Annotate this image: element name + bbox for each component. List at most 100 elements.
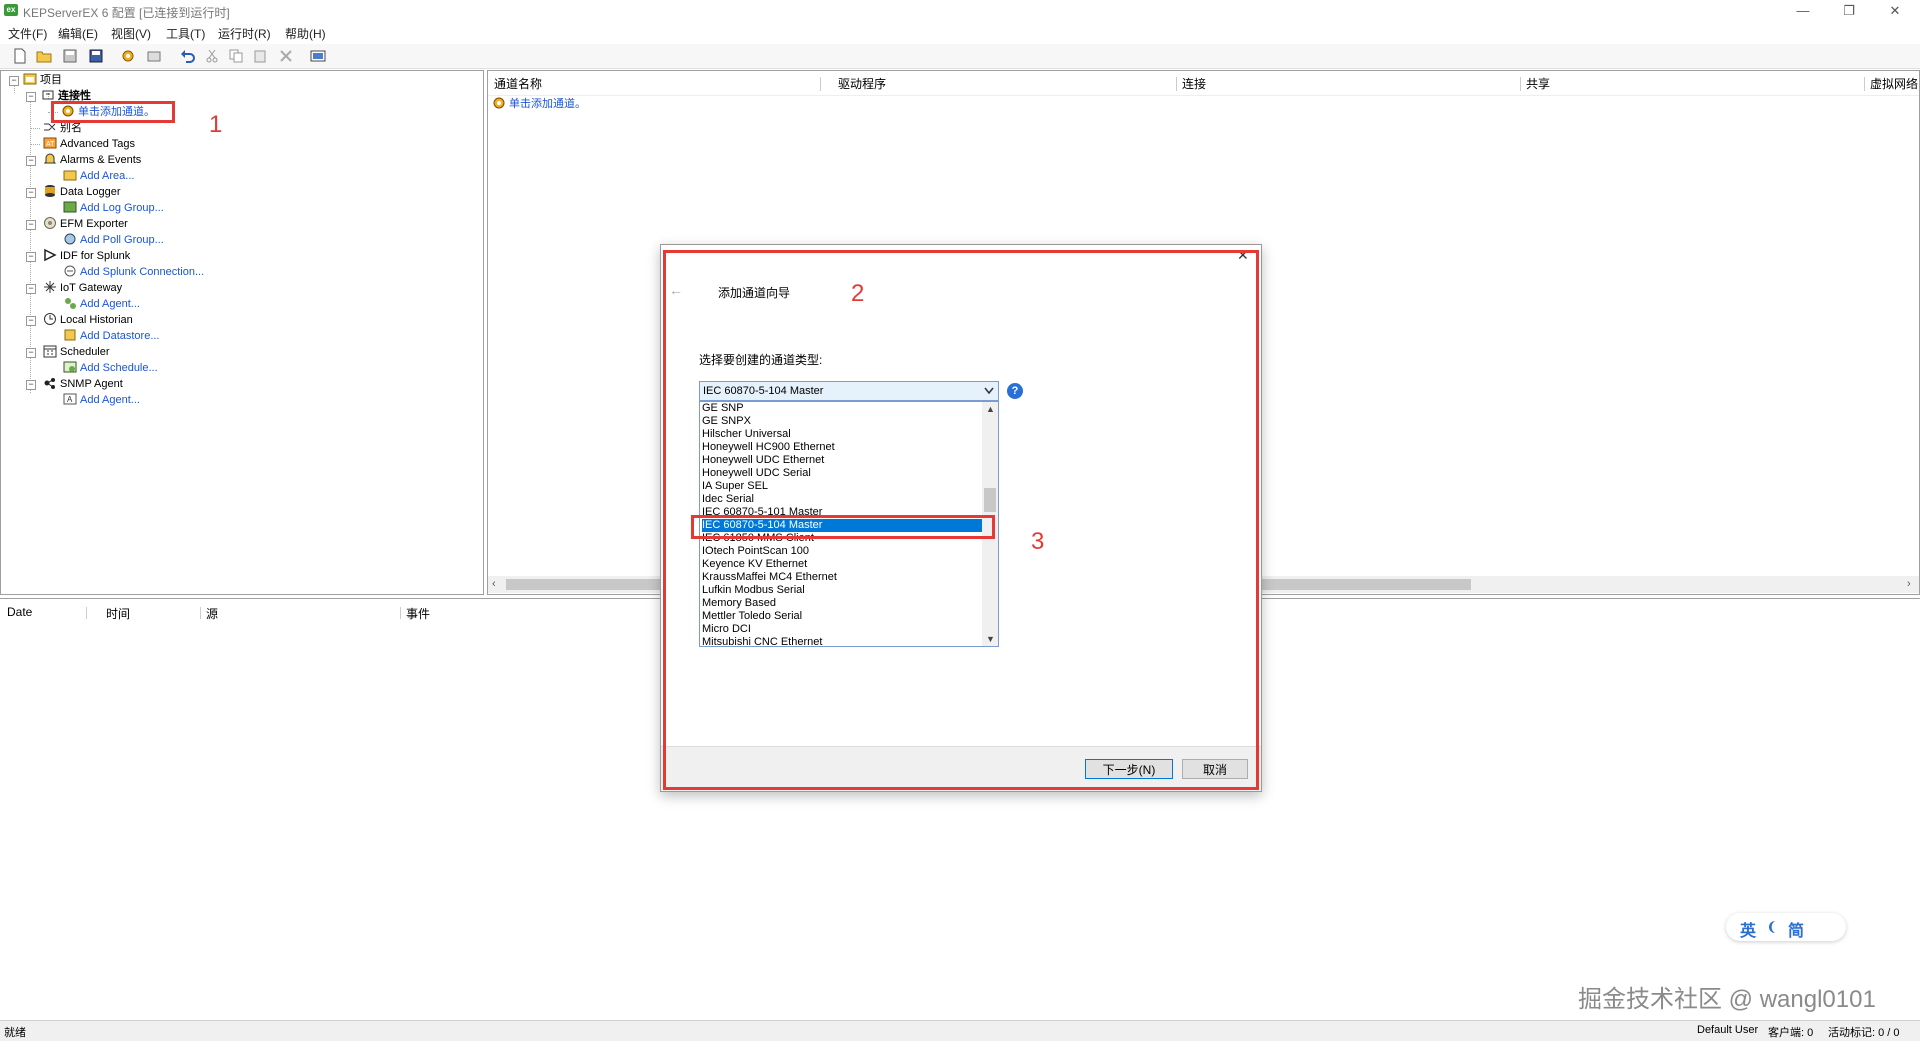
menu-tools[interactable]: 工具(T) <box>166 25 205 42</box>
menu-edit[interactable]: 编辑(E) <box>58 25 98 42</box>
annotation-box-1 <box>51 101 175 123</box>
tree-scheduler-label: Scheduler <box>60 346 110 358</box>
expand-iot-toggle[interactable]: − <box>26 284 36 294</box>
tree-add-agent-iot[interactable]: Add Agent... <box>63 296 140 312</box>
ime-lang: 英 <box>1740 923 1757 940</box>
save-as-icon[interactable] <box>88 48 104 64</box>
tree-iot-gateway-label: IoT Gateway <box>60 282 123 294</box>
add-area-icon <box>63 170 77 181</box>
splunk-connection-icon <box>64 265 76 277</box>
tree-alarms-events-label: Alarms & Events <box>60 154 142 166</box>
new-project-icon[interactable] <box>12 48 28 64</box>
col-driver[interactable]: 驱动程序 <box>838 75 886 93</box>
expand-connectivity-toggle[interactable]: − <box>26 92 36 102</box>
snmp-agent-icon: A <box>63 393 77 405</box>
expand-datalogger-toggle[interactable]: − <box>26 188 36 198</box>
close-window-button[interactable]: ✕ <box>1872 0 1918 22</box>
add-datastore-link[interactable]: Add Datastore... <box>80 330 160 342</box>
new-channel-icon[interactable] <box>120 48 136 64</box>
project-tree-panel: − 项目 − 连接性 单击添加通道。 别名 AT Advanced Tags − … <box>0 70 484 595</box>
tree-add-schedule[interactable]: Add Schedule... <box>63 360 158 376</box>
datastore-icon <box>64 329 76 341</box>
menu-file[interactable]: 文件(F) <box>8 25 47 42</box>
toolbar <box>0 44 1920 69</box>
ime-mode: 简 <box>1788 923 1805 940</box>
col-event[interactable]: 事件 <box>406 605 430 622</box>
tree-add-agent-snmp[interactable]: A Add Agent... <box>63 392 140 408</box>
tree-add-area[interactable]: Add Area... <box>63 168 134 184</box>
expand-scheduler-toggle[interactable]: − <box>26 348 36 358</box>
tree-snmp-agent[interactable]: SNMP Agent <box>43 376 123 392</box>
restore-button[interactable]: ❐ <box>1826 0 1872 22</box>
col-shared[interactable]: 共享 <box>1526 75 1550 93</box>
col-connection[interactable]: 连接 <box>1182 75 1206 93</box>
ime-indicator[interactable]: 英 简 <box>1726 913 1846 941</box>
menu-runtime[interactable]: 运行时(R) <box>218 25 271 42</box>
add-agent-snmp-link[interactable]: Add Agent... <box>80 394 140 406</box>
tree-iot-gateway[interactable]: IoT Gateway <box>43 280 122 296</box>
clock-icon <box>44 313 56 326</box>
add-agent-iot-link[interactable]: Add Agent... <box>80 298 140 310</box>
tree-efm-exporter[interactable]: EFM Exporter <box>43 216 128 232</box>
list-add-channel[interactable]: 单击添加通道。 <box>492 96 586 112</box>
menu-bar: 文件(F) 编辑(E) 视图(V) 工具(T) 运行时(R) 帮助(H) <box>0 22 1920 42</box>
expand-root-toggle[interactable]: − <box>9 76 19 86</box>
add-poll-group-link[interactable]: Add Poll Group... <box>80 234 164 246</box>
cut-icon[interactable] <box>204 48 220 64</box>
tree-efm-exporter-label: EFM Exporter <box>60 218 128 230</box>
col-virtual-network[interactable]: 虚拟网络 <box>1870 75 1918 93</box>
tree-root[interactable]: 项目 <box>23 72 62 88</box>
open-folder-icon[interactable] <box>36 48 52 64</box>
tree-alarms-events[interactable]: Alarms & Events <box>43 152 141 168</box>
agent-icon <box>65 298 76 310</box>
copy-icon[interactable] <box>228 48 244 64</box>
scroll-right-arrow[interactable]: › <box>1907 578 1911 590</box>
undo-icon[interactable] <box>180 48 196 64</box>
menu-view[interactable]: 视图(V) <box>111 25 151 42</box>
paste-icon[interactable] <box>252 48 268 64</box>
status-ready: 就绪 <box>4 1027 26 1039</box>
scroll-left-arrow[interactable]: ‹ <box>492 578 496 590</box>
status-bar: 就绪 Default User 客户端: 0 活动标记: 0 / 0 <box>0 1020 1920 1041</box>
annotation-number-2: 2 <box>851 280 865 307</box>
tree-advanced-tags[interactable]: AT Advanced Tags <box>43 136 135 152</box>
add-schedule-link[interactable]: Add Schedule... <box>80 362 158 374</box>
col-date[interactable]: Date <box>7 605 32 619</box>
gear-icon <box>493 97 505 109</box>
alarm-bell-icon <box>43 153 57 164</box>
quick-client-icon[interactable] <box>310 48 326 64</box>
expand-efm-toggle[interactable]: − <box>26 220 36 230</box>
annotation-number-1: 1 <box>209 111 223 138</box>
list-add-channel-link[interactable]: 单击添加通道。 <box>509 98 586 110</box>
minimize-button[interactable]: — <box>1780 0 1826 22</box>
title-bar: ex KEPServerEX 6 配置 [已连接到运行时] — ❐ ✕ <box>0 0 1920 22</box>
add-log-group-link[interactable]: Add Log Group... <box>80 202 164 214</box>
tree-add-log-group[interactable]: Add Log Group... <box>63 200 164 216</box>
col-source[interactable]: 源 <box>206 605 218 622</box>
svg-text:AT: AT <box>46 141 55 148</box>
tree-add-poll-group[interactable]: Add Poll Group... <box>63 232 164 248</box>
tree-scheduler[interactable]: Scheduler <box>43 344 110 360</box>
expand-splunk-toggle[interactable]: − <box>26 252 36 262</box>
tree-add-splunk-connection[interactable]: Add Splunk Connection... <box>63 264 204 280</box>
expand-historian-toggle[interactable]: − <box>26 316 36 326</box>
delete-icon[interactable] <box>278 48 294 64</box>
tree-data-logger[interactable]: Data Logger <box>43 184 121 200</box>
expand-snmp-toggle[interactable]: − <box>26 380 36 390</box>
tree-idf-splunk[interactable]: IDF for Splunk <box>43 248 130 264</box>
new-device-icon[interactable] <box>146 48 162 64</box>
poll-group-icon <box>64 233 76 245</box>
save-icon[interactable] <box>62 48 78 64</box>
col-channel-name[interactable]: 通道名称 <box>494 75 542 93</box>
tree-idf-splunk-label: IDF for Splunk <box>60 250 131 262</box>
col-time[interactable]: 时间 <box>106 605 130 622</box>
add-area-link[interactable]: Add Area... <box>80 170 134 182</box>
tree-root-label: 项目 <box>40 74 62 86</box>
expand-alarms-toggle[interactable]: − <box>26 156 36 166</box>
splunk-icon <box>44 248 57 262</box>
status-clients: 客户端: 0 <box>1768 1027 1814 1039</box>
add-splunk-connection-link[interactable]: Add Splunk Connection... <box>80 266 204 278</box>
tree-local-historian[interactable]: Local Historian <box>43 312 133 328</box>
menu-help[interactable]: 帮助(H) <box>285 25 326 42</box>
tree-add-datastore[interactable]: Add Datastore... <box>63 328 160 344</box>
